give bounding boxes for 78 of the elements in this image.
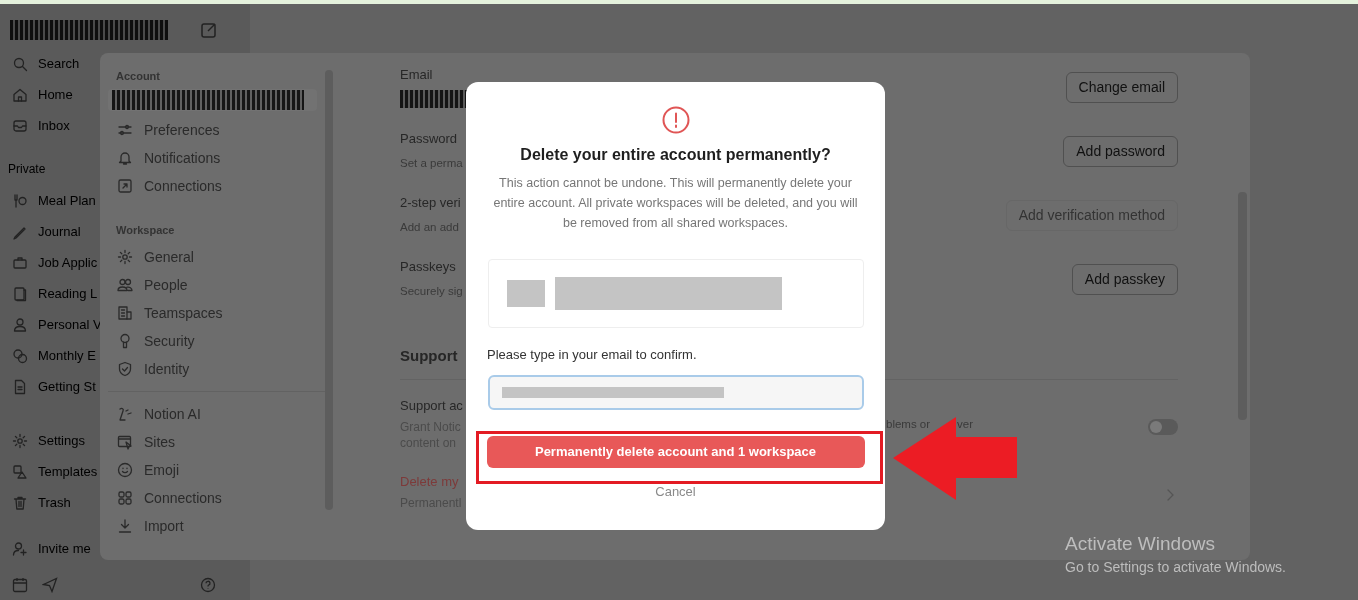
sidebar-item[interactable]: Trash	[38, 492, 71, 513]
briefcase-icon	[12, 254, 28, 271]
section-heading: Support	[400, 345, 458, 366]
settings-nav-item[interactable]: Notion AI	[144, 403, 201, 425]
section-heading: Workspace	[115, 222, 176, 238]
sidebar-item[interactable]: Journal	[38, 221, 81, 242]
action-button[interactable]: Add password	[1063, 135, 1178, 167]
send-icon[interactable]	[42, 577, 58, 593]
search-icon	[12, 55, 28, 72]
document-icon	[12, 378, 28, 395]
cancel-button[interactable]: Cancel	[655, 482, 696, 502]
settings-nav-item[interactable]: Preferences	[144, 119, 220, 141]
sidebar-item[interactable]: Home	[38, 84, 73, 105]
activation-message: Go to Settings to activate Windows.	[1065, 558, 1286, 576]
sidebar-item[interactable]: Inbox	[38, 115, 70, 136]
coins-icon	[12, 347, 28, 364]
section-heading: Account	[115, 68, 161, 84]
shapes-icon	[12, 463, 28, 480]
delete-account-button[interactable]: Permanently delete account and 1 workspace	[486, 436, 865, 468]
settings-nav-item[interactable]: Connections	[144, 175, 222, 197]
building-icon	[117, 305, 133, 321]
sidebar-item[interactable]: Settings	[38, 430, 85, 451]
calendar-icon[interactable]	[12, 577, 28, 593]
home-icon	[12, 86, 28, 103]
settings-nav-item[interactable]: General	[144, 246, 194, 268]
toggle-switch[interactable]	[1148, 419, 1178, 435]
sidebar-item[interactable]: Search	[38, 53, 80, 74]
book-icon	[12, 285, 28, 302]
bell-icon	[117, 150, 133, 166]
window-cursor-icon	[117, 434, 133, 450]
squiggle-figure-icon	[117, 406, 133, 422]
profile-row[interactable]	[108, 89, 317, 111]
action-button[interactable]: Change email	[1065, 71, 1178, 103]
help-icon[interactable]	[200, 577, 216, 593]
warning-icon	[661, 106, 690, 134]
action-button[interactable]: Add passkey	[1071, 263, 1178, 295]
person-plus-icon	[12, 540, 28, 557]
smiley-icon	[117, 462, 133, 478]
grid-icon	[117, 490, 133, 506]
setting-label: Passkeys	[400, 258, 457, 276]
section-heading: Private	[7, 161, 47, 178]
fork-plate-icon	[12, 192, 28, 209]
settings-nav-item[interactable]: Notifications	[144, 147, 221, 169]
sidebar-item[interactable]: Meal Plan	[38, 190, 96, 211]
redacted-block	[506, 280, 545, 307]
setting-label: Email	[400, 66, 434, 84]
sidebar-item[interactable]: Job Applic	[38, 252, 98, 273]
settings-nav-item[interactable]: Connections	[144, 487, 222, 509]
setting-label: 2-step veri	[400, 194, 461, 212]
keyhole-icon	[117, 333, 133, 349]
settings-nav-item[interactable]: Teamspaces	[144, 302, 223, 324]
setting-label: Support ac	[400, 397, 463, 415]
person-icon	[12, 316, 28, 333]
compose-icon[interactable]	[200, 21, 218, 39]
sidebar-item[interactable]: Monthly E	[38, 345, 96, 366]
shield-icon	[117, 361, 133, 377]
dialog-title: Delete your entire account permanently?	[520, 145, 831, 165]
download-icon	[117, 518, 133, 534]
prompt-text: Please type in your email to confirm.	[487, 346, 697, 364]
sidebar-item[interactable]: Invite me	[38, 538, 91, 559]
sidebar-item[interactable]: Getting St	[38, 376, 96, 397]
settings-nav-item[interactable]: Sites	[144, 431, 176, 453]
people-icon	[117, 277, 133, 293]
dialog-message: This action cannot be undone. This will permanently delete your entire account. All private workspaces will be deleted, and you will be removed from all shared workspaces.	[492, 175, 859, 232]
settings-nav-item[interactable]: Identity	[144, 358, 190, 380]
email-input-field[interactable]	[487, 375, 864, 410]
trash-icon	[12, 494, 28, 511]
external-link-icon	[117, 178, 133, 194]
settings-nav-item[interactable]: People	[144, 274, 188, 296]
settings-nav-item[interactable]: Import	[144, 515, 184, 537]
settings-nav-item[interactable]: Emoji	[144, 459, 179, 481]
activation-title: Activate Windows	[1065, 533, 1215, 555]
sidebar-item[interactable]: Reading L	[38, 283, 98, 304]
settings-nav-item[interactable]: Security	[144, 330, 195, 352]
setting-label: Password	[400, 130, 459, 148]
inbox-icon	[12, 117, 28, 134]
sliders-icon	[117, 122, 133, 138]
sidebar-item[interactable]: Templates	[38, 461, 98, 482]
